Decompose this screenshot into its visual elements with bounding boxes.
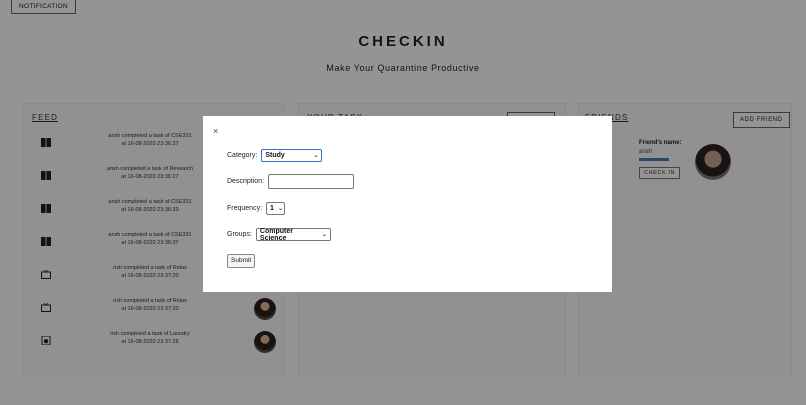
add-task-modal: × Category: Study ⌄ Description: Frequen… [203, 116, 612, 292]
frequency-select[interactable]: 1 ⌄ [266, 202, 286, 215]
groups-label: Groups: [227, 231, 252, 238]
description-label: Description: [227, 178, 264, 185]
groups-row: Groups: Computer Science ⌄ [227, 227, 331, 242]
groups-select[interactable]: Computer Science ⌄ [255, 227, 331, 242]
category-select[interactable]: Study ⌄ [261, 149, 323, 162]
chevron-down-icon: ⌄ [313, 153, 319, 159]
frequency-row: Frequency: 1 ⌄ [227, 202, 286, 215]
category-row: Category: Study ⌄ [227, 149, 323, 162]
groups-select-value: Computer Science [259, 227, 293, 242]
category-label: Category: [227, 152, 258, 159]
chevron-down-icon: ⌄ [277, 206, 283, 212]
category-select-value: Study [265, 152, 285, 159]
frequency-label: Frequency: [227, 205, 263, 212]
description-input[interactable] [267, 174, 354, 189]
submit-button[interactable]: Submit [227, 254, 256, 268]
chevron-down-icon: ⌄ [321, 232, 327, 238]
close-icon[interactable]: × [213, 126, 218, 136]
description-row: Description: [227, 174, 354, 189]
frequency-select-value: 1 [270, 205, 274, 212]
